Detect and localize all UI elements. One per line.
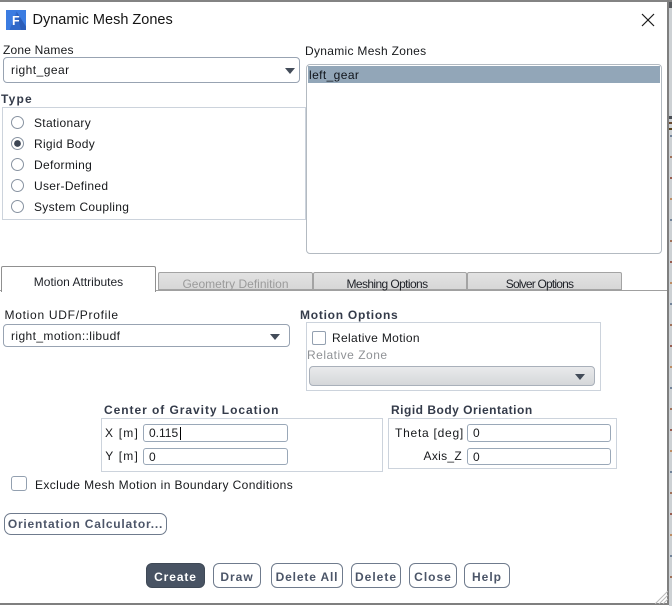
svg-text:F: F <box>12 14 20 28</box>
